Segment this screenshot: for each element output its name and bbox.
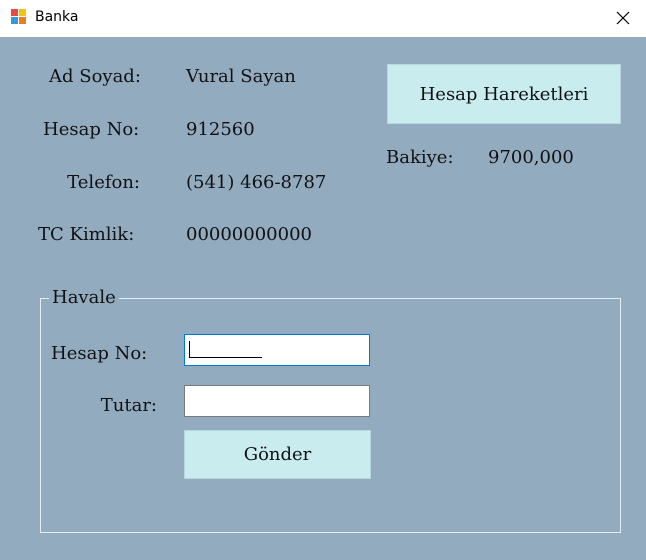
transfer-group-title: Havale [49,287,119,308]
app-icon [11,9,27,25]
name-value: Vural Sayan [186,66,296,87]
window-title: Banka [35,9,79,25]
client-area: Ad Soyad: Vural Sayan Hesap No: 912560 T… [0,37,646,560]
amount-label: Tutar: [100,395,157,416]
balance-label: Bakiye: [386,147,454,168]
transfer-account-no-label: Hesap No: [51,343,148,364]
balance-value: 9700,000 [488,147,574,168]
send-button[interactable]: Gönder [184,430,371,479]
account-no-value: 912560 [186,119,255,140]
tc-value: 00000000000 [186,224,312,245]
account-no-label: Hesap No: [43,119,140,140]
name-label: Ad Soyad: [49,66,141,87]
phone-label: Telefon: [67,172,140,193]
account-history-button[interactable]: Hesap Hareketleri [387,64,621,124]
text-caret [189,341,190,358]
input-underline [189,357,262,358]
transfer-groupbox: Havale Hesap No: Tutar: Gönder [40,287,621,533]
title-bar: Banka [0,0,646,37]
phone-value: (541) 466-8787 [186,172,327,193]
transfer-account-no-input[interactable] [184,334,370,366]
amount-input[interactable] [184,385,370,417]
close-icon [616,11,630,25]
close-button[interactable] [600,0,646,36]
tc-label: TC Kimlik: [38,224,135,245]
